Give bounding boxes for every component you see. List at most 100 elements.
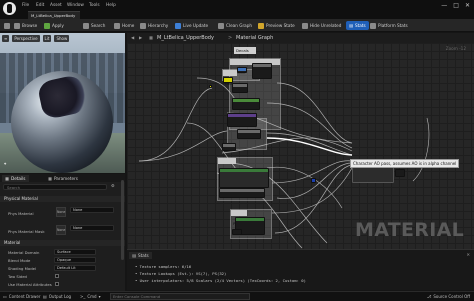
- perspective-button[interactable]: Perspective: [12, 35, 40, 42]
- prop-label-two-sided: Two Sided: [8, 274, 27, 279]
- hierarchy-icon: [140, 22, 146, 29]
- output-log-icon: ▤: [43, 294, 47, 299]
- graph-node[interactable]: [395, 169, 405, 177]
- console-command-input[interactable]: Enter Console Command: [110, 293, 250, 300]
- menu-icon: ≡: [4, 36, 8, 41]
- save-button[interactable]: [4, 21, 10, 30]
- chevron-down-icon: ▾: [98, 294, 101, 299]
- show-button[interactable]: Show: [54, 35, 70, 42]
- graph-node-vector[interactable]: [311, 178, 316, 183]
- stats-close-icon[interactable]: ✕: [466, 252, 470, 257]
- breadcrumb-asset[interactable]: M_LtBelica_UpperBody: [157, 36, 214, 41]
- apply-button[interactable]: Apply: [44, 21, 64, 30]
- output-log-button[interactable]: ▤ Output Log: [43, 294, 71, 299]
- clean-graph-icon: [218, 22, 224, 29]
- blend-mode-dropdown[interactable]: Opaque: [54, 257, 96, 263]
- phys-material-dropdown[interactable]: None: [70, 207, 114, 213]
- source-control-status[interactable]: ⎇ Source Control Off: [427, 294, 470, 299]
- hierarchy-button[interactable]: Hierarchy: [140, 21, 168, 30]
- asset-document-tab[interactable]: M_LtBelica_UpperBody: [28, 11, 80, 19]
- details-icon: ▦: [5, 176, 9, 181]
- parameters-icon: ▦: [48, 176, 52, 181]
- menu-file[interactable]: File: [22, 3, 29, 8]
- details-search-input[interactable]: Search: [3, 184, 107, 190]
- section-material[interactable]: Material: [0, 240, 125, 246]
- graph-node[interactable]: [252, 63, 272, 79]
- details-scrollbar[interactable]: [121, 180, 124, 260]
- search-button[interactable]: Search: [83, 21, 105, 30]
- graph-node[interactable]: [219, 168, 269, 188]
- stat-texture-lookups: • Texture Lookups (Est.): VS(7), PS(32): [135, 271, 227, 276]
- section-physical-material[interactable]: Physical Material: [0, 196, 125, 202]
- prop-label-phys-material: Phys Material: [8, 211, 34, 216]
- phys-material-mask-thumbnail[interactable]: None: [56, 225, 66, 235]
- graph-node-scalar[interactable]: [209, 85, 212, 88]
- forward-arrow-icon[interactable]: ▶: [139, 35, 142, 40]
- details-settings-icon[interactable]: ⚙: [111, 183, 115, 188]
- preview-state-button[interactable]: Preview State: [258, 21, 295, 30]
- graph-node[interactable]: [222, 143, 236, 151]
- menu-edit[interactable]: Edit: [36, 3, 44, 8]
- graph-node[interactable]: [232, 83, 248, 93]
- axis-gizmo-icon: ⌖: [4, 161, 7, 166]
- graph-node[interactable]: [237, 67, 247, 73]
- tab-stats[interactable]: ▤ Stats: [129, 252, 152, 259]
- graph-node[interactable]: [237, 129, 261, 139]
- graph-node[interactable]: [232, 98, 260, 110]
- live-update-button[interactable]: Live Update: [175, 21, 208, 30]
- home-button[interactable]: Home: [114, 21, 134, 30]
- menu-window[interactable]: Window: [67, 3, 84, 8]
- use-material-attributes-checkbox[interactable]: [55, 282, 59, 286]
- browse-button[interactable]: Browse: [14, 21, 37, 30]
- hide-unrelated-icon: [302, 22, 308, 29]
- status-bar: ▭ Content Drawer ▤ Output Log >_ Cmd ▾ Enter…: [0, 291, 474, 301]
- material-graph-canvas[interactable]: Zoom -12 Decals Decals Gear: [127, 43, 474, 249]
- graph-node[interactable]: [219, 188, 265, 198]
- close-button[interactable]: ✕: [465, 2, 470, 9]
- prop-label-blend-mode: Blend Mode: [8, 258, 31, 263]
- graph-breadcrumb-bar: ◀ ▶ ▦ M_LtBelica_UpperBody > Material Gr…: [127, 33, 474, 43]
- material-watermark: MATERIAL: [355, 219, 464, 241]
- material-domain-dropdown[interactable]: Surface: [54, 249, 96, 255]
- content-drawer-icon: ▭: [3, 294, 7, 299]
- shading-model-dropdown[interactable]: Default Lit: [54, 265, 96, 271]
- phys-material-thumbnail[interactable]: None: [56, 207, 66, 217]
- platform-stats-icon: [370, 22, 376, 29]
- cmd-icon: >_: [80, 294, 86, 299]
- breadcrumb-material-graph[interactable]: Material Graph: [236, 36, 273, 41]
- save-icon: [4, 22, 10, 29]
- content-drawer-button[interactable]: ▭ Content Drawer: [3, 294, 41, 299]
- phys-material-mask-dropdown[interactable]: None: [70, 225, 114, 231]
- main-toolbar: Browse Apply Search Home Hierarchy Live …: [0, 19, 474, 32]
- graph-node[interactable]: [227, 113, 257, 127]
- stats-button[interactable]: ▤ Stats: [346, 21, 369, 30]
- clean-graph-button[interactable]: Clean Graph: [218, 21, 252, 30]
- title-bar: File Edit Asset Window Tools Help M_LtBe…: [0, 0, 474, 19]
- prop-label-phys-material-mask: Phys Material Mask: [8, 229, 45, 234]
- search-icon: [83, 22, 89, 29]
- live-update-icon: [175, 22, 181, 29]
- comment-title-decals[interactable]: Decals: [234, 47, 256, 54]
- unreal-logo-icon[interactable]: [3, 2, 16, 15]
- two-sided-checkbox[interactable]: [55, 274, 59, 278]
- graph-node-constant[interactable]: [223, 77, 233, 83]
- stat-texture-samplers: • Texture samplers: 6/16: [135, 264, 192, 269]
- viewport-options-button[interactable]: ≡: [2, 35, 10, 42]
- preview-viewport[interactable]: ≡ Perspective Lit Show ⌖: [0, 33, 125, 173]
- graph-node[interactable]: [232, 229, 242, 235]
- tab-parameters[interactable]: ▦ Parameters: [45, 175, 81, 182]
- menu-help[interactable]: Help: [106, 3, 116, 8]
- menu-asset[interactable]: Asset: [50, 3, 62, 8]
- tab-details[interactable]: ▦ Details: [2, 175, 29, 182]
- back-arrow-icon[interactable]: ◀: [131, 35, 134, 40]
- check-icon: [44, 22, 50, 29]
- maximize-button[interactable]: □: [453, 2, 459, 9]
- window-controls: — □ ✕: [441, 2, 470, 9]
- platform-stats-button[interactable]: Platform Stats: [370, 21, 408, 30]
- lit-button[interactable]: Lit: [42, 35, 52, 42]
- home-icon: [114, 22, 120, 29]
- menu-tools[interactable]: Tools: [89, 3, 100, 8]
- cmd-dropdown[interactable]: >_ Cmd ▾: [80, 294, 101, 299]
- hide-unrelated-button[interactable]: Hide Unrelated: [302, 21, 341, 30]
- minimize-button[interactable]: —: [441, 2, 447, 9]
